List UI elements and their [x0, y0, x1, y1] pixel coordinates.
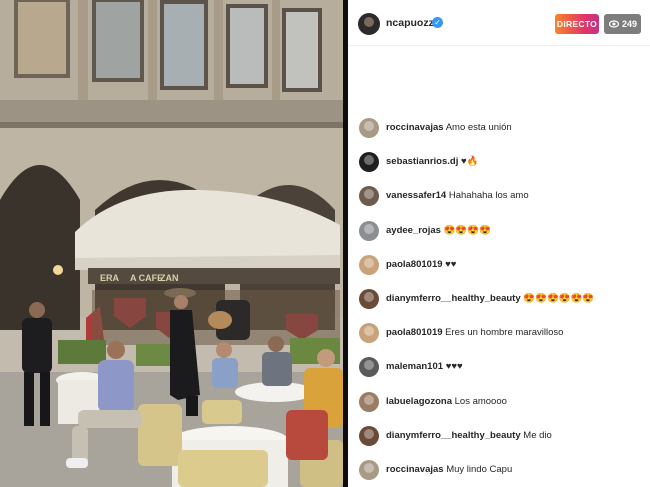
- awning-sign-3: ZAN: [160, 273, 179, 283]
- comment-message: 😍😍😍😍😍😍: [523, 293, 595, 304]
- comment-row: maleman101 ♥♥♥: [348, 354, 650, 380]
- comment-text: roccinavajas Muy lindo Capu: [386, 464, 512, 475]
- video-scene: ERA A CAFE ZAN: [0, 0, 343, 487]
- comment-username[interactable]: dianymferro__healthy_beauty: [386, 430, 521, 441]
- comment-message: Los amoooo: [454, 395, 507, 407]
- awning-sign-1: ERA: [100, 273, 120, 283]
- comment-avatar[interactable]: [359, 289, 379, 309]
- comment-message: ♥♥♥: [445, 361, 463, 373]
- comment-row: vanessafer14 Hahahaha los amo: [348, 183, 650, 209]
- comment-username[interactable]: vanessafer14: [386, 190, 446, 201]
- verified-icon: ✓: [432, 17, 443, 28]
- comment-avatar[interactable]: [359, 186, 379, 207]
- comment-text: paola801019 Eres un hombre maravilloso: [386, 327, 563, 338]
- comment-avatar[interactable]: [359, 220, 379, 241]
- comment-username[interactable]: paola801019: [386, 259, 443, 270]
- comment-avatar[interactable]: [359, 425, 379, 446]
- comment-text: paola801019 ♥♥: [386, 259, 456, 270]
- comment-username[interactable]: roccinavajas: [386, 464, 444, 475]
- live-badge: DIRECTO: [555, 14, 599, 34]
- comment-row: aydee_rojas 😍😍😍😍: [348, 218, 650, 244]
- comment-text: aydee_rojas 😍😍😍😍: [386, 225, 491, 236]
- comment-row: paola801019 Eres un hombre maravilloso: [348, 320, 650, 346]
- comment-text: roccinavajas Amo esta unión: [386, 122, 512, 133]
- comment-avatar[interactable]: [359, 460, 379, 480]
- comment-username[interactable]: sebastianrios.dj: [386, 156, 458, 167]
- comment-avatar[interactable]: [359, 357, 379, 378]
- comment-avatar[interactable]: [359, 118, 379, 138]
- comment-row: dianymferro__healthy_beauty 😍😍😍😍😍😍: [348, 286, 650, 312]
- comment-avatar[interactable]: [359, 152, 379, 173]
- comment-row: labuelagozona Los amoooo: [348, 389, 650, 415]
- comment-message: ♥♥: [445, 258, 457, 270]
- comment-message: Me dio: [523, 429, 552, 441]
- awning-sign-2: A CAFE: [130, 273, 163, 283]
- comment-row: paola801019 ♥♥: [348, 252, 650, 278]
- comment-row: roccinavajas Amo esta unión: [348, 115, 650, 141]
- comment-text: dianymferro__healthy_beauty 😍😍😍😍😍😍: [386, 293, 594, 304]
- comment-row: dianymferro__healthy_beauty Me dio: [348, 423, 650, 449]
- comment-avatar[interactable]: [359, 254, 379, 275]
- comment-text: sebastianrios.dj ♥🔥: [386, 156, 478, 167]
- comment-username[interactable]: paola801019: [386, 327, 443, 338]
- host-avatar[interactable]: [358, 13, 380, 35]
- comment-avatar[interactable]: [359, 323, 379, 344]
- comment-message: 😍😍😍😍: [443, 224, 491, 236]
- comment-avatar[interactable]: [359, 391, 379, 412]
- viewer-count-badge[interactable]: 249: [604, 14, 641, 34]
- comment-username[interactable]: aydee_rojas: [386, 225, 441, 236]
- comment-username[interactable]: roccinavajas: [386, 122, 444, 133]
- live-panel: ncapuozzo ✓ DIRECTO 249 roccinavajas Amo…: [348, 0, 650, 487]
- live-video-feed[interactable]: ERA A CAFE ZAN: [0, 0, 343, 487]
- comment-row: roccinavajas Muy lindo Capu: [348, 457, 650, 483]
- comment-text: maleman101 ♥♥♥: [386, 361, 463, 372]
- comment-text: labuelagozona Los amoooo: [386, 396, 507, 407]
- comment-username[interactable]: labuelagozona: [386, 396, 452, 407]
- comment-message: Hahahaha los amo: [448, 190, 529, 202]
- comment-message: Muy lindo Capu: [446, 464, 513, 475]
- live-header: ncapuozzo ✓ DIRECTO 249: [348, 0, 650, 46]
- comment-message: Eres un hombre maravilloso: [445, 327, 564, 339]
- comment-row: sebastianrios.dj ♥🔥: [348, 149, 650, 175]
- comment-username[interactable]: maleman101: [386, 361, 443, 372]
- eye-icon: [609, 20, 619, 28]
- viewer-count: 249: [622, 19, 638, 29]
- comment-message: ♥🔥: [460, 156, 479, 168]
- comment-text: dianymferro__healthy_beauty Me dio: [386, 430, 552, 441]
- comment-username[interactable]: dianymferro__healthy_beauty: [386, 293, 521, 304]
- comment-message: Amo esta unión: [445, 122, 512, 133]
- comment-text: vanessafer14 Hahahaha los amo: [386, 190, 529, 201]
